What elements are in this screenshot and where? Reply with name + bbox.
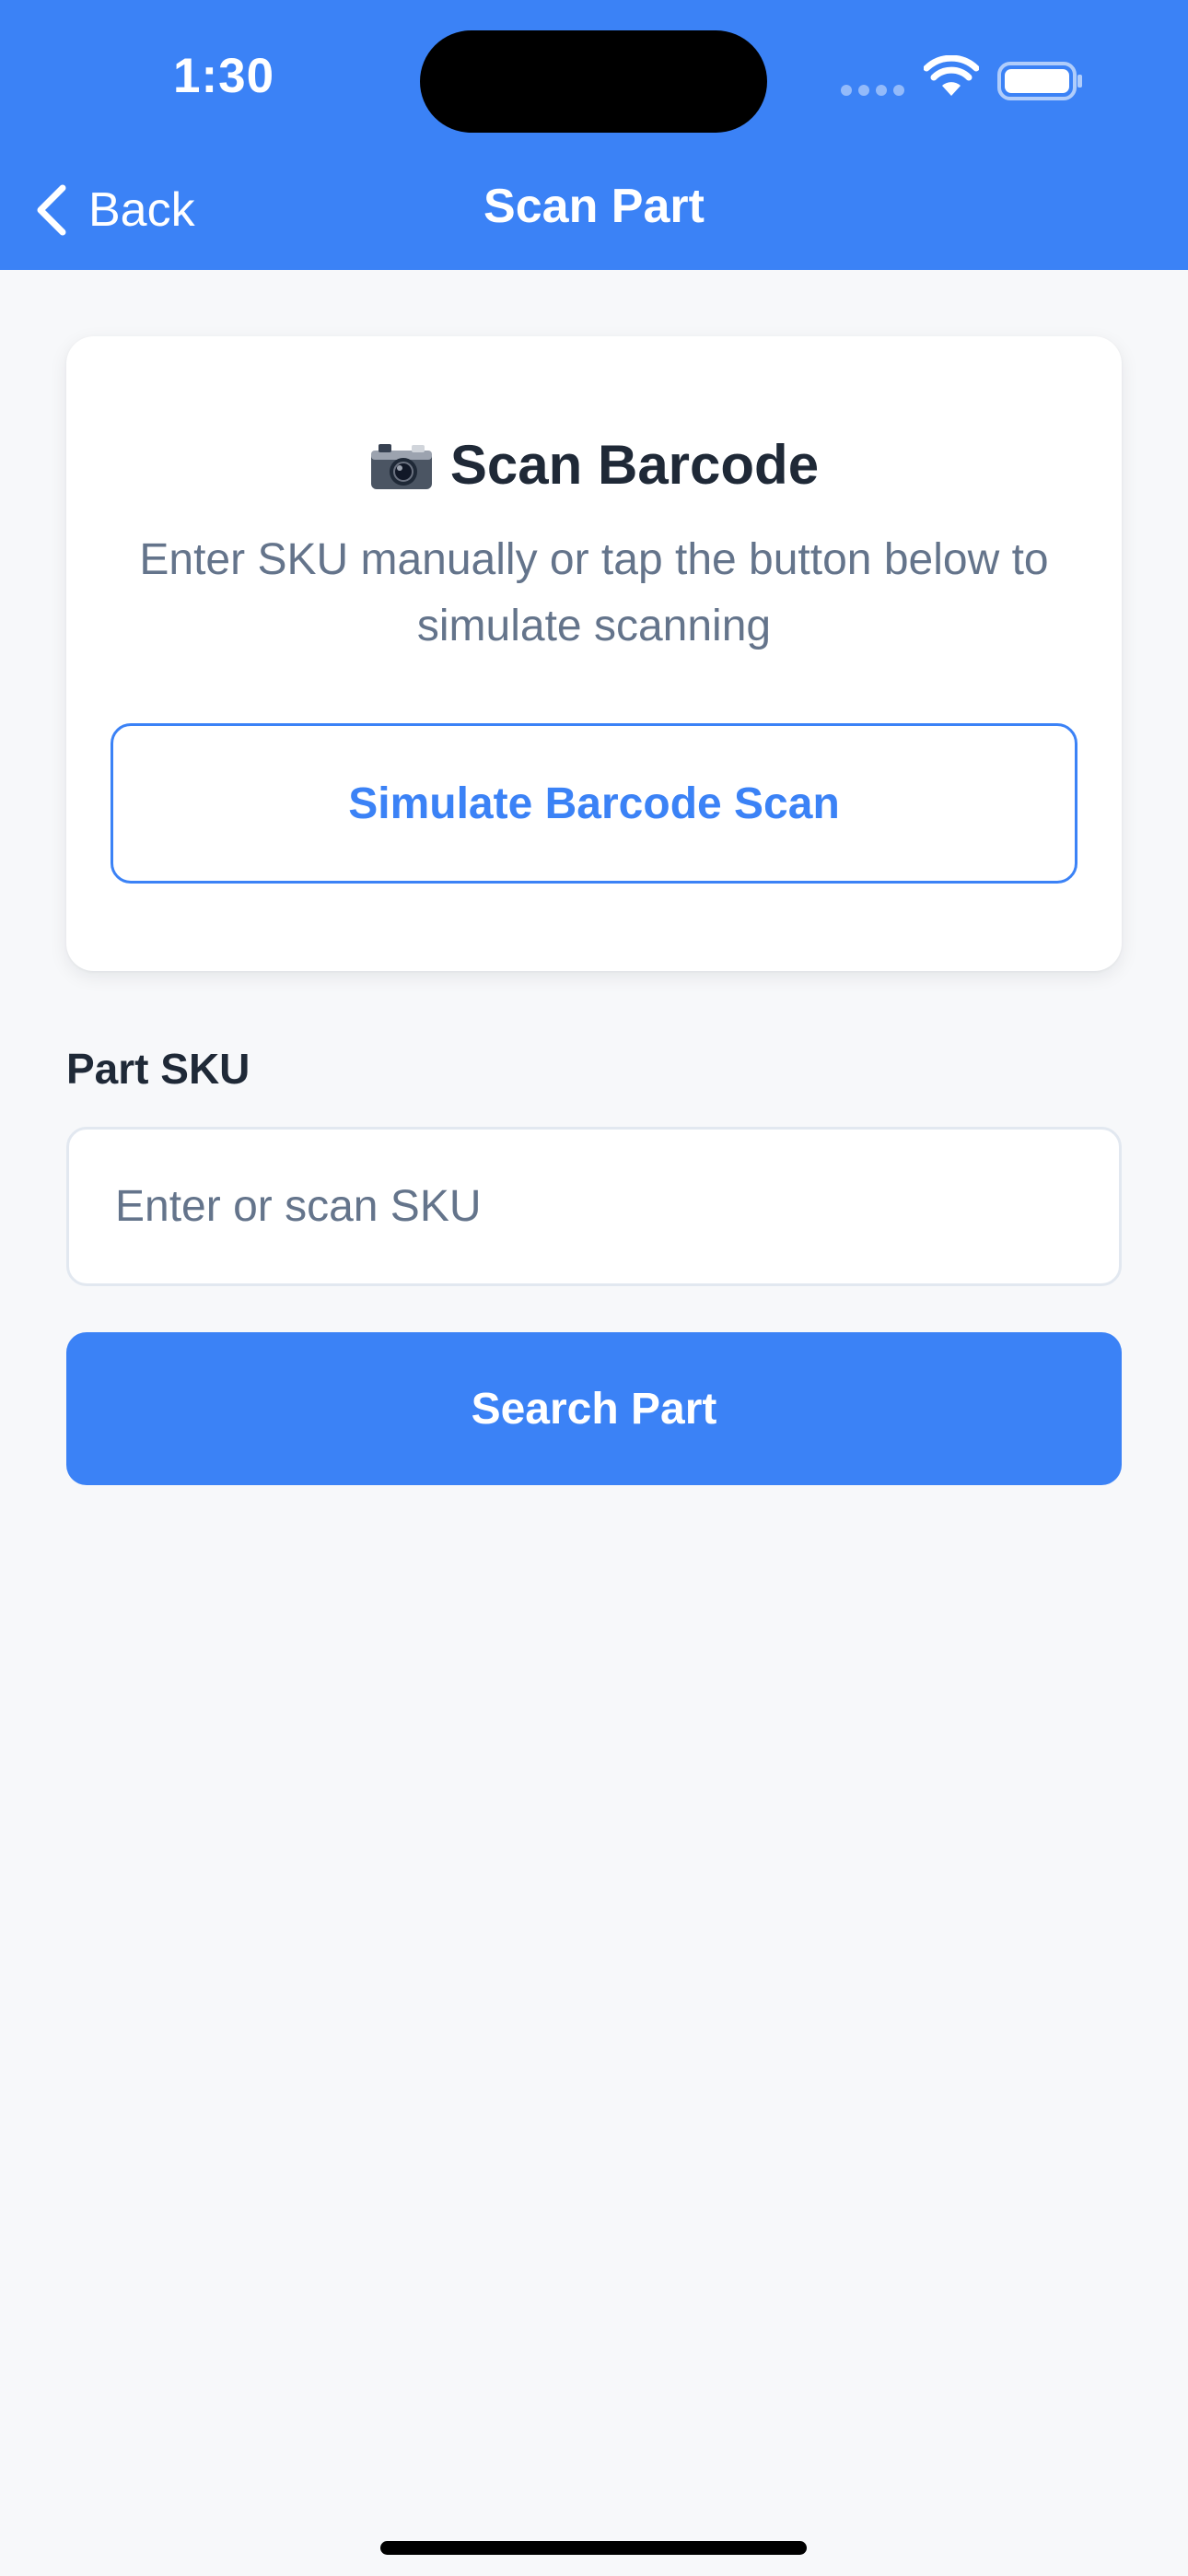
wifi-icon xyxy=(924,55,979,96)
home-indicator xyxy=(380,2541,807,2555)
dynamic-island xyxy=(420,30,767,133)
battery-icon xyxy=(997,62,1082,100)
page-title: Scan Part xyxy=(483,180,705,233)
simulate-barcode-scan-button[interactable]: Simulate Barcode Scan xyxy=(111,723,1077,884)
card-subtitle: Enter SKU manually or tap the button bel… xyxy=(139,535,1049,650)
sku-field-label: Part SKU xyxy=(66,1045,250,1093)
card-title-row: Scan Barcode xyxy=(66,433,1122,497)
scan-part-screen: 1:30 Back Scan Part Scan Barcode Enter S… xyxy=(0,0,1188,2576)
card-title: Scan Barcode xyxy=(449,434,820,496)
search-part-button[interactable]: Search Part xyxy=(66,1332,1122,1485)
sku-input[interactable] xyxy=(66,1127,1122,1286)
app-header: 1:30 Back Scan Part xyxy=(0,0,1188,270)
status-time: 1:30 xyxy=(173,49,275,103)
cellular-signal-icon xyxy=(841,85,905,98)
scan-barcode-card: Scan Barcode Enter SKU manually or tap t… xyxy=(66,336,1122,971)
camera-icon xyxy=(370,443,432,489)
